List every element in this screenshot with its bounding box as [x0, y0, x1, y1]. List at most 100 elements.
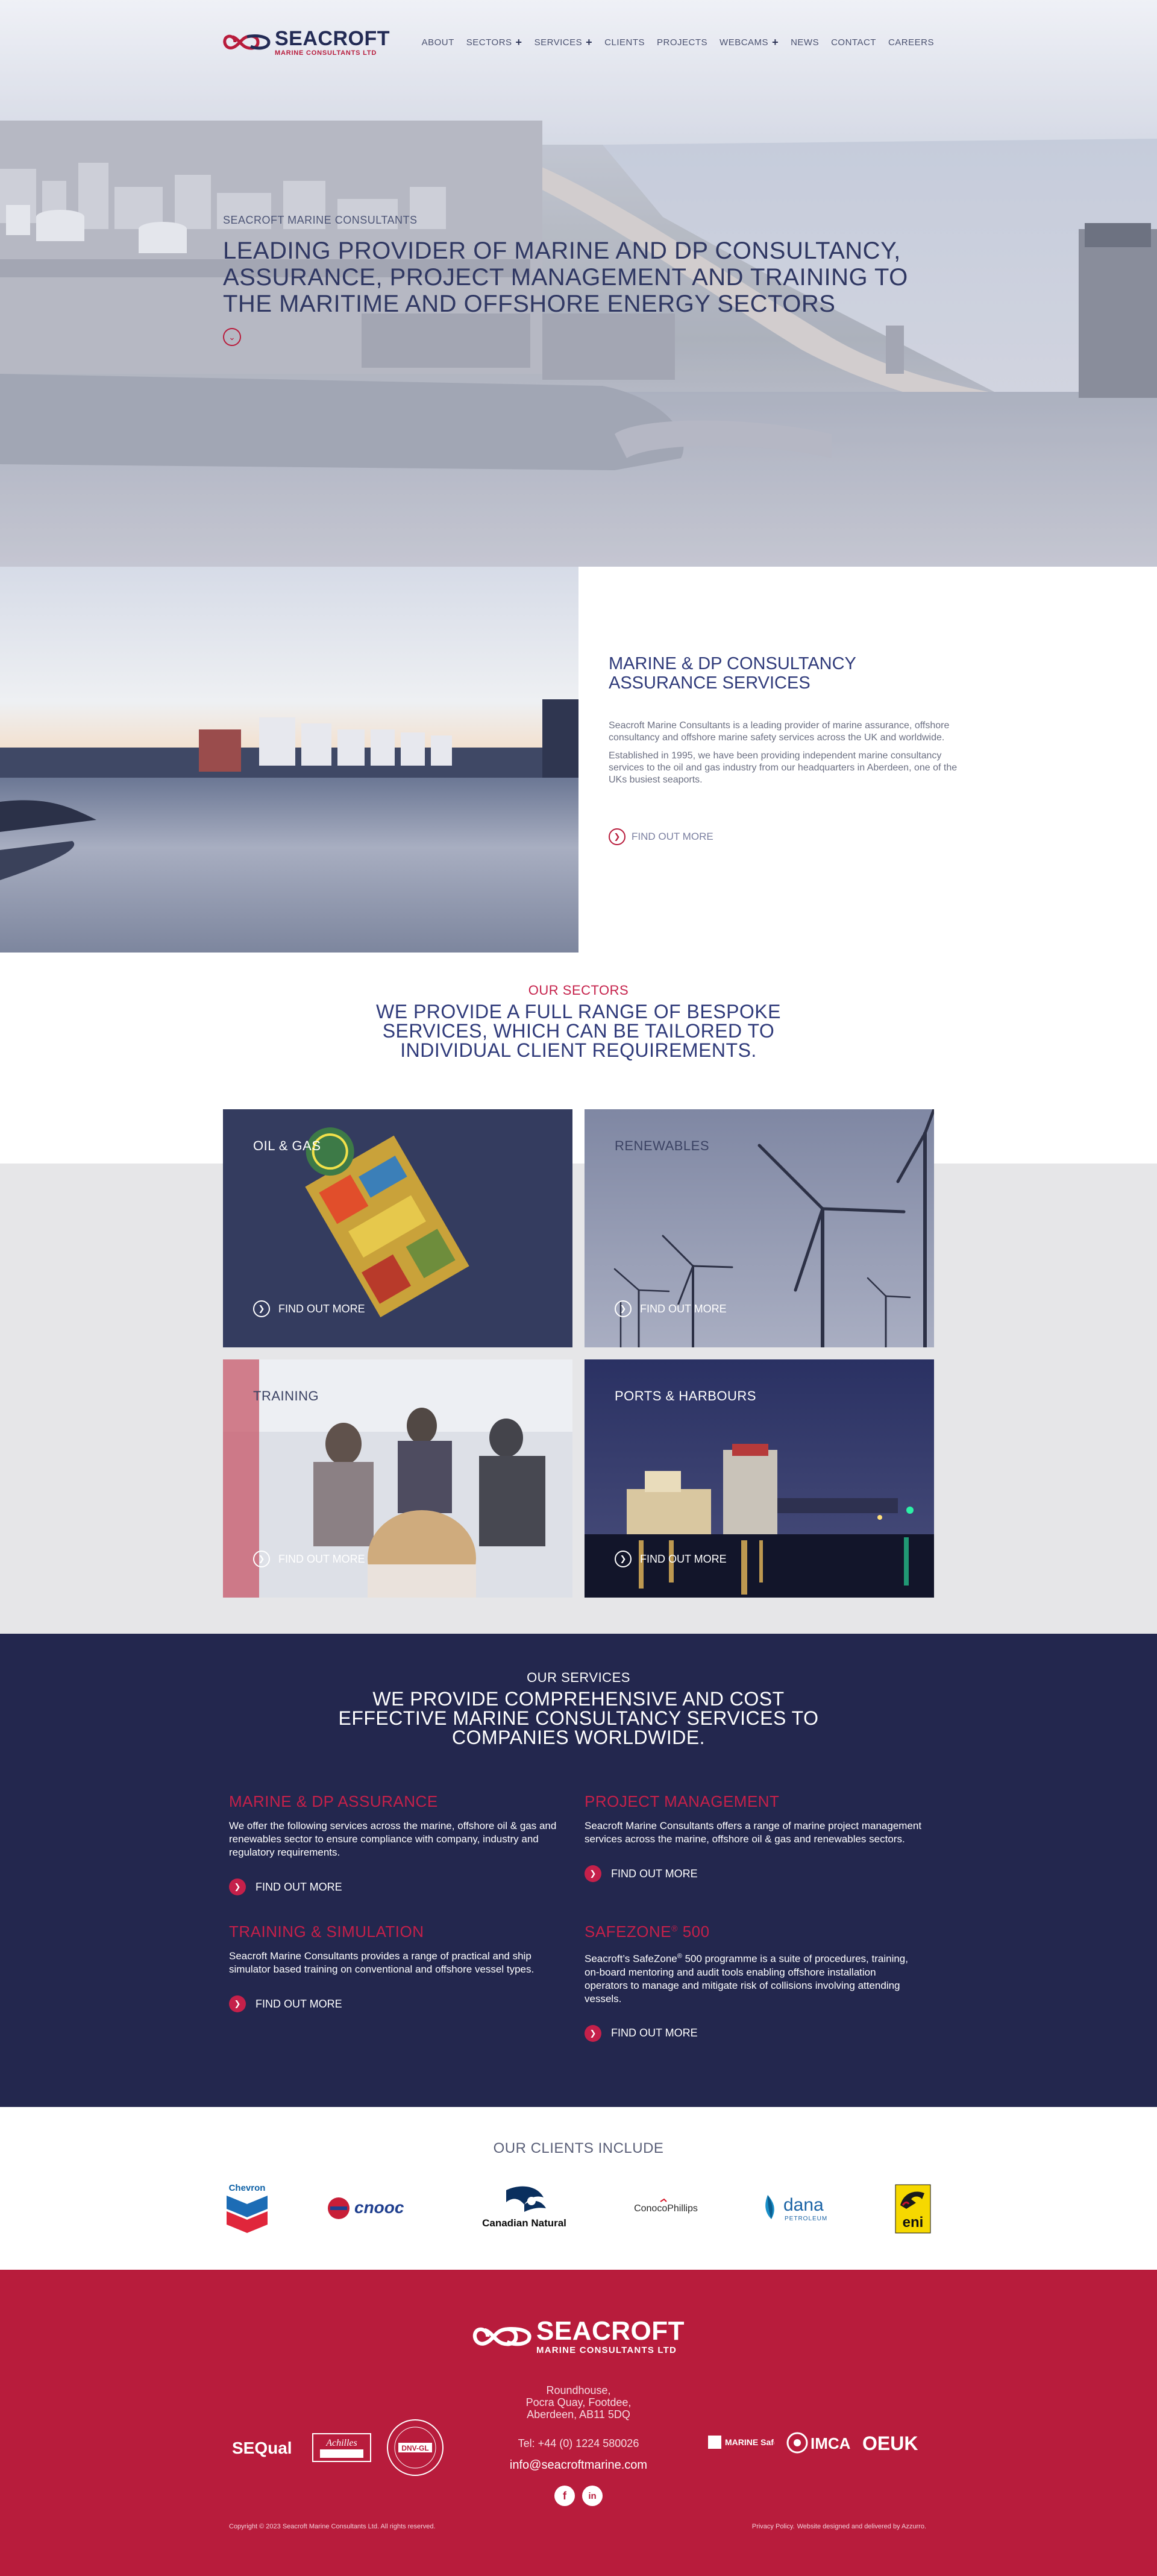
registered-mark: ®	[677, 1953, 682, 1960]
service-title-tail: 500	[677, 1923, 710, 1941]
chevron-right-icon: ❯	[253, 1300, 270, 1317]
sector-find-out-more-link[interactable]: ❯ FIND OUT MORE	[253, 1300, 365, 1317]
site-logo[interactable]: SEACROFT MARINE CONSULTANTS LTD	[223, 28, 390, 57]
footer-email[interactable]: info@seacroftmarine.com	[0, 2458, 1157, 2472]
harbour-sunset-image	[0, 567, 578, 953]
service-title: TRAINING & SIMULATION	[229, 1923, 424, 1941]
footer-logo[interactable]: SEACROFT MARINE CONSULTANTS LTD	[0, 2318, 1157, 2355]
site-footer: SEACROFT MARINE CONSULTANTS LTD Roundhou…	[0, 2270, 1157, 2576]
sector-link-label: FIND OUT MORE	[640, 1552, 727, 1565]
service-title: PROJECT MANAGEMENT	[585, 1792, 780, 1810]
service-find-out-more-link[interactable]: ❯ FIND OUT MORE	[585, 1865, 928, 1882]
footer-copyright: Copyright © 2023 Seacroft Marine Consult…	[229, 2523, 436, 2530]
sector-tile-label: OIL & GAS	[253, 1138, 321, 1153]
nav-item-sectors[interactable]: SECTORS +	[466, 37, 522, 48]
cnooc-logo: cnooc	[325, 2181, 422, 2235]
service-description: Seacroft Marine Consultants provides a r…	[229, 1950, 535, 1975]
sector-find-out-more-link[interactable]: ❯ FIND OUT MORE	[253, 1551, 365, 1567]
accreditation-text: Achilles	[325, 2438, 357, 2448]
nav-label: PROJECTS	[657, 37, 708, 48]
dnv-gl-logo: DNV-GL	[387, 2419, 444, 2476]
client-logo-text: cnooc	[354, 2198, 404, 2217]
chevron-down-icon[interactable]: ⌄	[223, 328, 241, 346]
sector-tile-ports-harbours[interactable]: PORTS & HARBOURS ❯ FIND OUT MORE	[585, 1359, 934, 1598]
sector-tile-renewables[interactable]: RENEWABLES ❯ FIND OUT MORE	[585, 1109, 934, 1347]
intro-title: MARINE & DP CONSULTANCY ASSURANCE SERVIC…	[609, 654, 856, 693]
eni-logo: eni	[892, 2181, 934, 2235]
sector-find-out-more-link[interactable]: ❯ FIND OUT MORE	[615, 1551, 727, 1567]
dana-logo: dana PETROLEUM	[759, 2181, 838, 2235]
chevron-right-icon: ❯	[229, 1995, 246, 2012]
intro-find-out-more-link[interactable]: ❯ FIND OUT MORE	[609, 828, 964, 845]
registered-mark: ®	[671, 1923, 678, 1933]
nav-label: WEBCAMS	[720, 37, 769, 48]
sector-find-out-more-link[interactable]: ❯ FIND OUT MORE	[615, 1300, 727, 1317]
service-project-management: PROJECT MANAGEMENT Seacroft Marine Consu…	[585, 1792, 928, 1895]
nav-item-services[interactable]: SERVICES +	[535, 37, 593, 48]
sector-tile-label: PORTS & HARBOURS	[615, 1388, 756, 1403]
sector-link-label: FIND OUT MORE	[278, 1552, 365, 1565]
accreditation-text: MARINE Safety Forum	[725, 2437, 774, 2447]
hero-section: SEACROFT MARINE CONSULTANTS LTD ABOUT SE…	[0, 0, 1157, 567]
sector-link-label: FIND OUT MORE	[278, 1302, 365, 1315]
plus-icon[interactable]: +	[772, 37, 779, 48]
nav-label: CLIENTS	[604, 37, 645, 48]
client-logo-text: Canadian Natural	[482, 2217, 566, 2229]
nav-label: ABOUT	[421, 37, 454, 48]
nav-item-careers[interactable]: CAREERS	[888, 37, 934, 48]
logo-name: SEACROFT	[536, 2316, 685, 2346]
footer-phone[interactable]: Tel: +44 (0) 1224 580026	[0, 2437, 1157, 2450]
intro-section: MARINE & DP CONSULTANCY ASSURANCE SERVIC…	[0, 567, 1157, 953]
address-line: Pocra Quay, Footdee,	[525, 2396, 632, 2408]
plus-icon[interactable]: +	[586, 37, 592, 48]
website-credit-link[interactable]: Website designed and delivered by Azzurr…	[797, 2523, 926, 2530]
service-find-out-more-link[interactable]: ❯ FIND OUT MORE	[229, 1995, 585, 2012]
sector-tile-oil-gas[interactable]: OIL & GAS ❯ FIND OUT MORE	[223, 1109, 572, 1347]
nav-item-clients[interactable]: CLIENTS	[604, 37, 645, 48]
privacy-policy-link[interactable]: Privacy Policy.	[752, 2523, 795, 2530]
logo-subtitle: MARINE CONSULTANTS LTD	[275, 49, 377, 57]
accreditation-text: DNV-GL	[401, 2444, 428, 2452]
nav-item-news[interactable]: NEWS	[791, 37, 819, 48]
sequal-logo: SEQual	[232, 2439, 292, 2457]
plus-icon[interactable]: +	[516, 37, 522, 48]
nav-item-contact[interactable]: CONTACT	[831, 37, 876, 48]
accreditation-text: SEQual	[232, 2439, 292, 2457]
nav-label: NEWS	[791, 37, 820, 48]
client-logo-text: eni	[903, 2214, 924, 2231]
nav-item-projects[interactable]: PROJECTS	[657, 37, 707, 48]
linkedin-icon[interactable]: in	[582, 2486, 603, 2506]
chevron-right-icon: ❯	[609, 828, 626, 845]
sectors-heading: OUR SECTORS WE PROVIDE A FULL RANGE OF B…	[0, 983, 1157, 1060]
service-text-a: Seacroft’s SafeZone	[585, 1953, 677, 1965]
intro-paragraph: Seacroft Marine Consultants is a leading…	[609, 720, 950, 743]
service-find-out-more-link[interactable]: ❯ FIND OUT MORE	[585, 2024, 928, 2042]
intro-link-label: FIND OUT MORE	[632, 831, 713, 842]
clients-section: OUR CLIENTS INCLUDE Chevron cnooc Canadi…	[0, 2107, 1157, 2270]
sector-tile-training[interactable]: TRAINING ❯ FIND OUT MORE	[223, 1359, 572, 1598]
service-find-out-more-link[interactable]: ❯ FIND OUT MORE	[229, 1878, 585, 1895]
intro-text: MARINE & DP CONSULTANCY ASSURANCE SERVIC…	[578, 567, 1157, 953]
seacroft-infinity-logo-icon	[223, 34, 271, 50]
sector-tiles: OIL & GAS ❯ FIND OUT MORE RENEWABLES ❯ F…	[223, 1109, 934, 1598]
footer-logo-lockup: SEACROFT MARINE CONSULTANTS LTD	[472, 2318, 685, 2355]
service-title: SAFEZONE® 500	[585, 1923, 928, 1941]
client-logo-text: Chevron	[229, 2183, 266, 2193]
chevron-logo: Chevron	[223, 2181, 271, 2235]
footer-legal-links: Privacy Policy. Website designed and del…	[752, 2523, 926, 2530]
service-marine-dp-assurance: MARINE & DP ASSURANCE We offer the follo…	[229, 1792, 585, 1895]
service-link-label: FIND OUT MORE	[256, 1997, 342, 2010]
canadian-natural-logo: Canadian Natural	[476, 2181, 572, 2235]
facebook-icon[interactable]: f	[554, 2486, 575, 2506]
imca-logo: IMCA	[786, 2432, 851, 2454]
chevron-right-icon: ❯	[585, 1865, 601, 1882]
nav-item-webcams[interactable]: WEBCAMS +	[720, 37, 779, 48]
nav-item-about[interactable]: ABOUT	[422, 37, 454, 48]
address-line: Roundhouse,	[546, 2384, 611, 2396]
service-description: Seacroft Marine Consultants offers a ran…	[585, 1820, 922, 1845]
nav-label: CAREERS	[888, 37, 934, 48]
chevron-right-icon: ❯	[229, 1878, 246, 1895]
footer-accreditations-right: MARINE Safety Forum IMCA OEUK	[708, 2430, 929, 2456]
service-safezone-500: SAFEZONE® 500 Seacroft’s SafeZone® 500 p…	[585, 1923, 928, 2042]
service-title: MARINE & DP ASSURANCE	[229, 1792, 438, 1810]
